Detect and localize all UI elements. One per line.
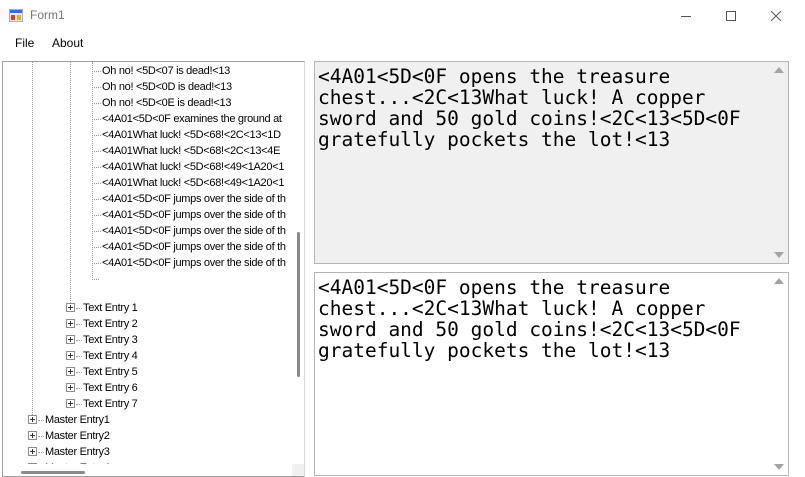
maximize-icon (726, 10, 736, 21)
tree-connector (76, 388, 82, 389)
tree-text-entry[interactable]: Text Entry 2 (83, 316, 138, 332)
tree-master-entry[interactable]: Master Entry2 (45, 428, 110, 444)
tree-leaf-item[interactable]: <4A01<5D<0F examines the ground at (102, 111, 282, 127)
tree-text-entry[interactable]: Text Entry 7 (83, 396, 138, 412)
scroll-down-arrow-icon[interactable] (774, 252, 784, 258)
tree-leaf-item[interactable]: Oh no! <5D<0E is dead!<13 (102, 95, 231, 111)
tree-leaf-item[interactable]: <4A01<5D<0F jumps over the side of th (102, 239, 286, 255)
tree-connector (92, 135, 101, 136)
expand-icon[interactable] (66, 351, 75, 360)
original-text: <4A01<5D<0F opens the treasure chest...<… (318, 65, 753, 151)
tree-connector (92, 183, 101, 184)
tree-connector (92, 119, 101, 120)
minimize-icon (681, 15, 691, 17)
tree-connector (92, 199, 101, 200)
app-icon (9, 9, 23, 22)
expand-icon[interactable] (66, 367, 75, 376)
tree-leaf-item[interactable]: <4A01What luck! <5D<68!<2C<13<1D (102, 127, 281, 143)
original-text-box[interactable]: <4A01<5D<0F opens the treasure chest...<… (314, 61, 789, 264)
tree-connector (92, 247, 101, 248)
tree-connector (92, 71, 101, 72)
expand-icon[interactable] (28, 447, 37, 456)
scroll-up-arrow-icon[interactable] (774, 67, 784, 73)
close-icon (771, 10, 781, 21)
tree-leaf-item[interactable]: <4A01What luck! <5D<68!<49<1A20<1 (102, 159, 284, 175)
expand-icon[interactable] (66, 399, 75, 408)
expand-icon[interactable] (66, 383, 75, 392)
scroll-up-arrow-icon[interactable] (774, 278, 784, 284)
tree-connector (76, 356, 82, 357)
tree-text-entry[interactable]: Text Entry 3 (83, 332, 138, 348)
scroll-down-arrow-icon[interactable] (774, 464, 784, 470)
tree-connector (32, 62, 33, 415)
tree-leaf-item[interactable]: <4A01<5D<0F jumps over the side of th (102, 255, 286, 271)
tree-connector (38, 436, 44, 437)
tree-horizontal-scroll-thumb[interactable] (21, 471, 85, 474)
tree-connector (76, 308, 82, 309)
tree-vertical-scrollbar[interactable] (292, 62, 304, 464)
original-text-scrollbar[interactable] (771, 62, 788, 263)
tree-leaf-item[interactable]: <4A01What luck! <5D<68!<49<1A20<1 (102, 175, 284, 191)
expand-icon[interactable] (66, 335, 75, 344)
window-title: Form1 (30, 8, 65, 22)
expand-icon[interactable] (66, 319, 75, 328)
maximize-button[interactable] (708, 0, 754, 31)
tree-master-entry[interactable]: Master Entry1 (45, 412, 110, 428)
tree-text-entry[interactable]: Text Entry 6 (83, 380, 138, 396)
expand-icon[interactable] (66, 303, 75, 312)
tree-vertical-scroll-thumb[interactable] (297, 232, 300, 377)
tree-connector (92, 167, 101, 168)
tree-horizontal-scrollbar[interactable] (3, 464, 292, 476)
tree-leaf-item[interactable]: Oh no! <5D<0D is dead!<13 (102, 79, 232, 95)
tree-connector (92, 215, 101, 216)
tree-connector (92, 87, 101, 88)
tree-connector (38, 452, 44, 453)
tree-connector (92, 231, 101, 232)
tree-connector (76, 340, 82, 341)
expand-icon[interactable] (28, 431, 37, 440)
tree-leaf-item[interactable]: Oh no! <5D<07 is dead!<13 (102, 63, 230, 79)
tree-text-entry[interactable]: Text Entry 4 (83, 348, 138, 364)
tree-connector (92, 103, 101, 104)
menu-about[interactable]: About (52, 36, 83, 50)
edit-text-box[interactable]: <4A01<5D<0F opens the treasure chest...<… (314, 272, 789, 476)
tree-text-entry[interactable]: Text Entry 1 (83, 300, 138, 316)
tree-connector (92, 62, 93, 280)
tree-leaf-item[interactable]: <4A01<5D<0F jumps over the side of th (102, 207, 286, 223)
tree-master-entry[interactable]: Master Entry3 (45, 444, 110, 460)
tree-leaf-item[interactable]: <4A01<5D<0F jumps over the side of th (102, 191, 286, 207)
tree-connector (76, 372, 82, 373)
title-bar: Form1 (0, 0, 805, 31)
tree-connector (92, 151, 101, 152)
close-button[interactable] (753, 0, 799, 31)
scrollbar-corner (292, 464, 304, 476)
edit-text[interactable]: <4A01<5D<0F opens the treasure chest...<… (318, 277, 770, 361)
expand-icon[interactable] (28, 415, 37, 424)
tree-connector (76, 404, 82, 405)
minimize-button[interactable] (663, 0, 709, 31)
tree-connector (70, 62, 71, 303)
tree-view[interactable]: Oh no! <5D<07 is dead!<13 Oh no! <5D<0D i… (2, 61, 305, 477)
tree-connector (76, 324, 82, 325)
tree-text-entry[interactable]: Text Entry 5 (83, 364, 138, 380)
tree-connector (38, 420, 44, 421)
menu-file[interactable]: File (15, 36, 34, 50)
tree-connector (92, 279, 99, 280)
menu-bar: File About (0, 31, 805, 56)
tree-leaf-item[interactable]: <4A01<5D<0F jumps over the side of th (102, 223, 286, 239)
edit-text-scrollbar[interactable] (771, 273, 788, 475)
tree-leaf-item[interactable]: <4A01What luck! <5D<68!<2C<13<4E (102, 143, 280, 159)
tree-connector (92, 263, 101, 264)
